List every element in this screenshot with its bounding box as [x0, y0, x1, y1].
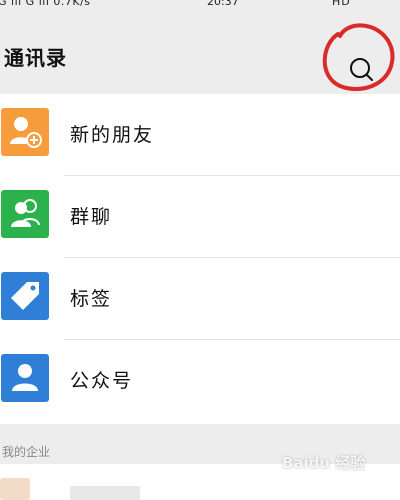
menu-item-group-chats[interactable]: 群聊: [0, 176, 400, 258]
status-time: 20:37: [207, 0, 239, 8]
menu-item-label: 标签: [70, 288, 113, 310]
group-chat-icon: [1, 190, 49, 238]
enterprise-name-placeholder: [70, 486, 140, 500]
enterprise-avatar: [0, 478, 30, 500]
contacts-menu-list: 新的朋友 群聊 标签 公众号: [0, 94, 400, 424]
status-bar: G ill G ill 0.7K/s 20:37 HD: [0, 0, 400, 12]
section-title: 我的企业: [2, 445, 51, 459]
menu-item-tags[interactable]: 标签: [0, 258, 400, 340]
network-status-text: HD: [332, 0, 351, 8]
tag-icon: [1, 272, 49, 320]
add-friend-icon: [1, 108, 49, 156]
menu-item-label: 群聊: [70, 206, 113, 228]
menu-item-label: 新的朋友: [70, 124, 155, 146]
annotation-circle: [322, 23, 395, 91]
menu-item-official-accounts[interactable]: 公众号: [0, 340, 400, 422]
signal-status-text: G ill G ill 0.7K/s: [0, 0, 91, 8]
search-button[interactable]: [318, 20, 396, 96]
header: 通讯录: [0, 12, 400, 94]
menu-item-label: 公众号: [70, 370, 134, 392]
watermark: Baidu 经验: [282, 454, 366, 472]
page-title: 通讯录: [4, 46, 67, 70]
menu-item-new-friends[interactable]: 新的朋友: [0, 94, 400, 176]
official-account-icon: [1, 354, 49, 402]
